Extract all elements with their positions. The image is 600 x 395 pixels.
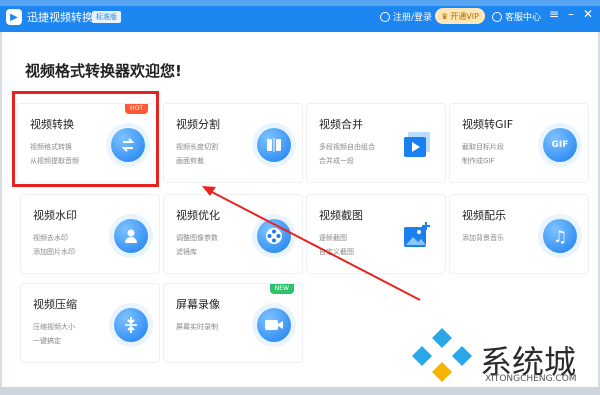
- background-window-strip: [0, 0, 600, 6]
- card-video-music[interactable]: 视频配乐 添加背景音乐 ♫: [449, 194, 589, 274]
- card-video-compress[interactable]: 视频压缩 压缩视频大小 一键搞定: [20, 283, 160, 363]
- card-video-optimize[interactable]: 视频优化 调整图像参数 滤镜库: [163, 194, 303, 274]
- card-video-merge[interactable]: 视频合并 多段视频自由组合 合并成一段: [306, 103, 446, 183]
- menu-icon[interactable]: ≡: [547, 7, 561, 21]
- card-desc: 压缩视频大小 一键搞定: [33, 323, 75, 345]
- card-title: 视频配乐: [462, 209, 506, 222]
- card-desc: 添加背景音乐: [462, 234, 504, 242]
- card-desc: 屏幕实时录制: [176, 323, 218, 331]
- headset-icon: [492, 11, 502, 22]
- card-title: 视频合并: [319, 118, 363, 131]
- card-desc: 调整图像参数 滤镜库: [176, 234, 218, 256]
- login-button[interactable]: 注册/登录: [380, 10, 432, 23]
- card-screen-record[interactable]: NEW 屏幕录像 屏幕实时录制: [163, 283, 303, 363]
- play-merge-icon: [400, 128, 434, 162]
- person-watermark-icon: [114, 219, 148, 253]
- user-icon: [380, 11, 390, 22]
- close-icon[interactable]: ✕: [581, 7, 595, 21]
- app-logo-icon: ▶: [6, 9, 22, 25]
- card-title: 屏幕录像: [176, 298, 220, 311]
- card-desc: 多段视频自由组合 合并成一段: [319, 143, 375, 165]
- new-tag: NEW: [269, 284, 294, 294]
- split-icon: [257, 128, 291, 162]
- help-center-button[interactable]: 客服中心: [492, 10, 541, 23]
- music-note-icon: ♫: [543, 219, 577, 253]
- card-desc: 视频长度切割 画面剪裁: [176, 143, 218, 165]
- card-desc: 视频去水印 添加图片水印: [33, 234, 75, 256]
- camera-record-icon: [257, 308, 291, 342]
- compress-icon: [114, 308, 148, 342]
- card-desc: 逐帧截图 自定义截图: [319, 234, 354, 256]
- gif-icon: GIF: [543, 128, 577, 162]
- taskbar-strip: [0, 387, 600, 395]
- film-reel-icon: [257, 219, 291, 253]
- help-label: 客服中心: [505, 13, 542, 23]
- card-video-watermark[interactable]: 视频水印 视频去水印 添加图片水印: [20, 194, 160, 274]
- card-title: 视频截图: [319, 209, 363, 222]
- card-title: 视频分割: [176, 118, 220, 131]
- watermark-url: XITONGCHENG.COM: [485, 374, 577, 384]
- crown-icon: ♛: [441, 11, 449, 21]
- edition-badge[interactable]: 标准版: [92, 11, 121, 23]
- card-title: 视频转GIF: [462, 118, 514, 131]
- login-label: 注册/登录: [393, 13, 433, 23]
- card-video-split[interactable]: 视频分割 视频长度切割 画面剪裁: [163, 103, 303, 183]
- card-title: 视频水印: [33, 209, 77, 222]
- image-add-icon: [400, 219, 434, 253]
- card-title: 视频优化: [176, 209, 220, 222]
- minimize-icon[interactable]: –: [564, 7, 578, 21]
- welcome-heading: 视频格式转换器欢迎您!: [25, 62, 182, 80]
- windows-logo-icon: [412, 328, 472, 382]
- card-title: 视频压缩: [33, 298, 77, 311]
- card-video-to-gif[interactable]: 视频转GIF 截取目标片段 制作成GIF GIF: [449, 103, 589, 183]
- card-video-screenshot[interactable]: 视频截图 逐帧截图 自定义截图: [306, 194, 446, 274]
- title-bar: ▶ 迅捷视频转换器 标准版 注册/登录 ♛ 开通VIP 客服中心 ≡ – ✕: [0, 0, 600, 32]
- highlight-box: [12, 91, 159, 187]
- vip-label: 开通VIP: [450, 11, 479, 21]
- vip-button[interactable]: ♛ 开通VIP: [435, 8, 485, 24]
- card-desc: 截取目标片段 制作成GIF: [462, 143, 504, 165]
